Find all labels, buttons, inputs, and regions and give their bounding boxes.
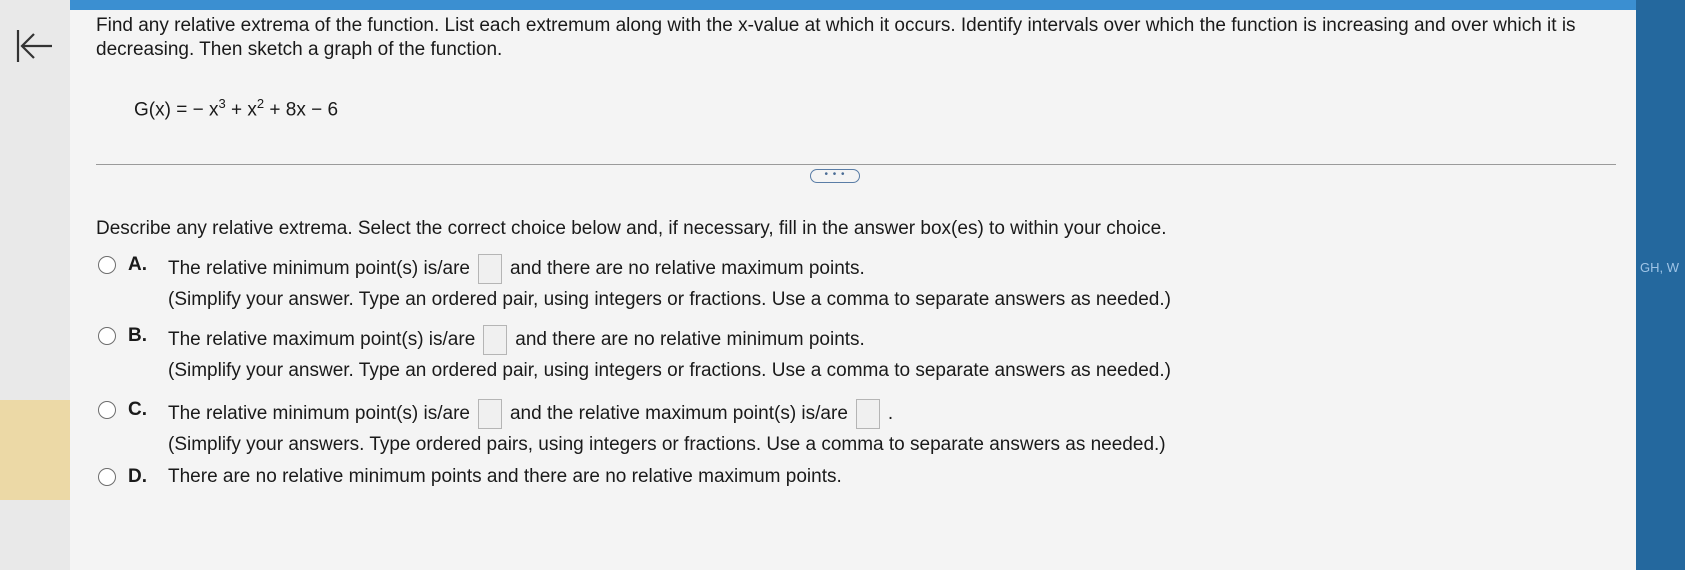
radio-choice-c[interactable]	[98, 401, 116, 419]
function-formula: G(x) = − x3 + x2 + 8x − 6	[134, 96, 339, 121]
choice-letter: A.	[128, 254, 147, 275]
radio-choice-a[interactable]	[98, 256, 116, 274]
side-tab[interactable]: GH, W	[1636, 256, 1685, 280]
divider	[96, 164, 1616, 165]
answer-box-b[interactable]	[483, 325, 508, 355]
choice-b-hint: (Simplify your answer. Type an ordered p…	[168, 360, 1171, 381]
top-strip	[70, 0, 1636, 10]
radio-choice-b[interactable]	[98, 327, 116, 345]
choice-c-hint: (Simplify your answers. Type ordered pai…	[168, 434, 1166, 455]
back-arrow-icon[interactable]	[12, 24, 56, 68]
choice-c-line1: The relative minimum point(s) is/are and …	[168, 399, 893, 429]
choice-a-hint: (Simplify your answer. Type an ordered p…	[168, 289, 1171, 310]
answer-box-c-max[interactable]	[855, 399, 880, 429]
choice-d-text: There are no relative minimum points and…	[168, 466, 842, 487]
radio-choice-d[interactable]	[98, 468, 116, 486]
choice-letter: B.	[128, 325, 147, 346]
rail-accent	[0, 400, 70, 500]
choice-letter: D.	[128, 466, 147, 487]
right-sidebar	[1636, 0, 1685, 570]
choice-b-line1: The relative maximum point(s) is/are and …	[168, 325, 865, 355]
choice-letter: C.	[128, 399, 147, 420]
answer-box-a[interactable]	[477, 254, 502, 284]
choice-a-line1: The relative minimum point(s) is/are and …	[168, 254, 865, 284]
expand-button[interactable]: • • •	[810, 169, 860, 183]
answer-box-c-min[interactable]	[477, 399, 502, 429]
instruction-text: Describe any relative extrema. Select th…	[96, 218, 1167, 239]
question-prompt: Find any relative extrema of the functio…	[96, 15, 1576, 60]
